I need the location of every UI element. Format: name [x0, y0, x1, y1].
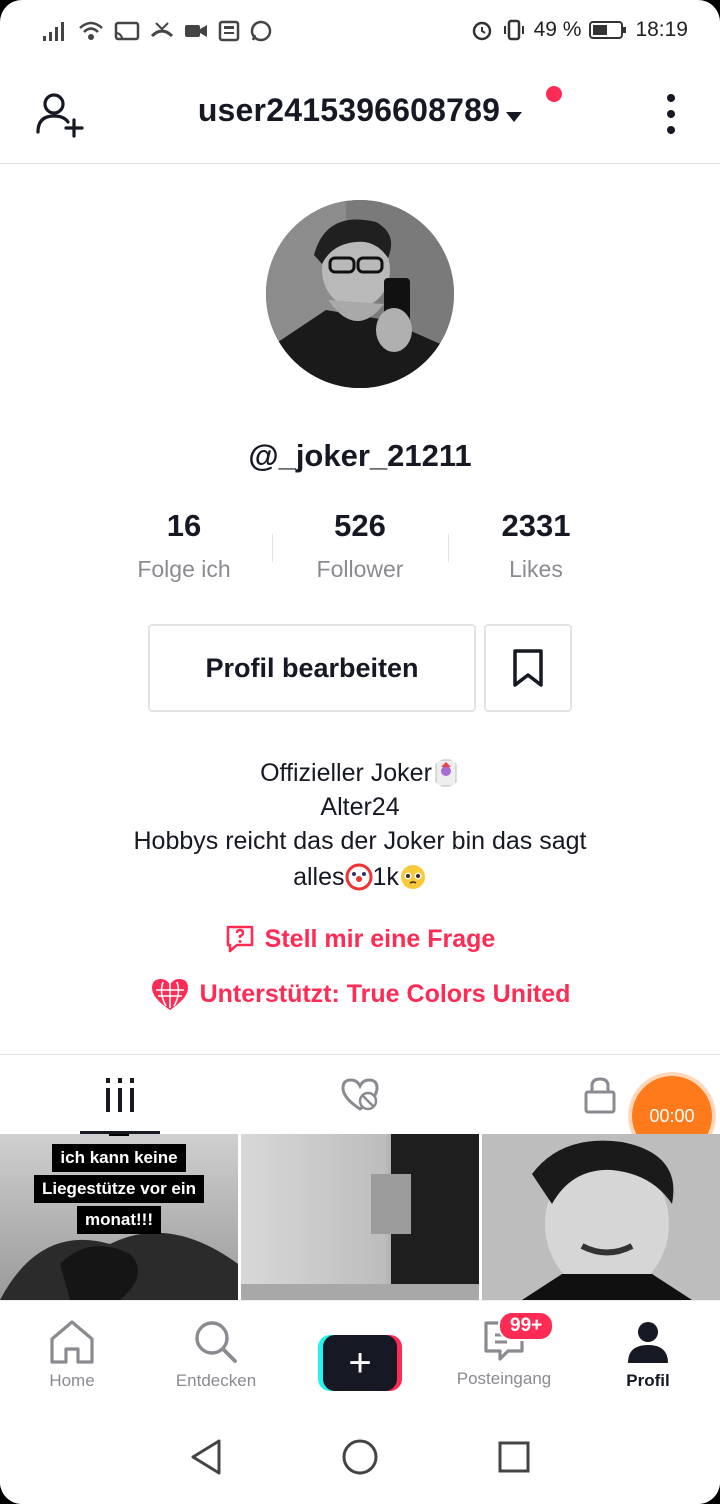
profile-icon	[628, 1322, 668, 1363]
stat-likes[interactable]: 2331 Likes	[448, 508, 624, 583]
clock: 18:19	[635, 18, 688, 41]
bookmark-icon	[513, 649, 543, 687]
more-options-icon[interactable]	[666, 94, 676, 134]
profile-tabs	[0, 1054, 720, 1134]
recents-icon[interactable]	[497, 1440, 531, 1474]
stat-following[interactable]: 16 Folge ich	[96, 508, 272, 583]
bottom-navigation: Home Entdecken + Posteingang Profil 99+	[0, 1300, 720, 1410]
stat-label: Folge ich	[137, 556, 231, 582]
stat-label: Follower	[316, 556, 404, 582]
avatar[interactable]	[266, 200, 454, 388]
nav-home[interactable]: Home	[0, 1301, 144, 1410]
bio-line: Alter24	[320, 793, 400, 821]
stat-followers[interactable]: 526 Follower	[272, 508, 448, 583]
bio-line: Offizieller Joker	[260, 759, 432, 787]
battery-percent: 49 %	[533, 18, 582, 41]
bio-line: Hobbys reicht das der Joker bin das sagt	[133, 827, 587, 855]
nav-discover-label: Entdecken	[175, 1371, 257, 1390]
globe-heart-icon	[151, 979, 188, 1010]
grid-icon	[106, 1077, 134, 1112]
status-bar: 49 % 18:19	[0, 0, 720, 64]
hidden-heart-icon	[341, 1077, 379, 1111]
nav-inbox-label: Posteingang	[456, 1369, 552, 1388]
caption-line: monat!!!	[77, 1206, 161, 1234]
ask-question-label: Stell mir eine Frage	[264, 924, 496, 953]
alarm-icon	[472, 21, 491, 41]
supports-cause-link[interactable]: Unterstützt: True Colors United	[0, 976, 720, 1012]
tab-liked[interactable]	[240, 1055, 480, 1134]
tab-videos[interactable]	[0, 1055, 240, 1134]
joker-card-emoji-icon	[435, 759, 457, 787]
clown-emoji-icon	[345, 863, 372, 891]
nav-home-label: Home	[49, 1371, 95, 1390]
news-icon	[218, 20, 240, 42]
header-username: user2415396608789	[197, 92, 501, 128]
create-button[interactable]: +	[318, 1335, 402, 1391]
edit-profile-button[interactable]: Profil bearbeiten	[148, 624, 476, 712]
profile-bio: Offizieller Joker Alter24 Hobbys reicht …	[60, 756, 660, 894]
profile-header: user2415396608789	[0, 64, 720, 164]
battery-icon	[589, 21, 627, 39]
video-thumbnail[interactable]	[241, 1134, 479, 1300]
ask-question-link[interactable]: Stell mir eine Frage	[0, 924, 720, 954]
plus-icon: +	[323, 1335, 397, 1391]
signal-icon	[43, 22, 64, 41]
nav-discover[interactable]: Entdecken	[144, 1301, 288, 1410]
caption-line: ich kann keine	[52, 1144, 186, 1172]
profile-handle: @_joker_21211	[248, 438, 472, 473]
video-caption: ich kann keine Liegestütze vor ein monat…	[0, 1134, 238, 1237]
bio-line: alles	[293, 863, 345, 891]
system-navigation	[0, 1410, 720, 1504]
video-grid: ich kann keine Liegestütze vor ein monat…	[0, 1134, 720, 1300]
wifi-icon	[79, 21, 103, 40]
status-icons-right: 49 % 18:19	[470, 18, 688, 42]
cast-icon	[114, 21, 140, 41]
notification-dot	[546, 86, 562, 102]
video-thumbnail[interactable]	[482, 1134, 720, 1300]
nav-profile-label: Profil	[626, 1371, 670, 1390]
home-icon	[50, 1320, 94, 1364]
inbox-badge: 99+	[498, 1311, 555, 1341]
vibrate-icon	[503, 19, 524, 41]
lock-icon	[584, 1076, 616, 1113]
back-icon[interactable]	[189, 1438, 223, 1476]
chevron-down-icon	[506, 111, 523, 122]
search-icon	[195, 1321, 237, 1363]
status-icons-left	[42, 20, 272, 42]
nav-profile[interactable]: Profil	[576, 1301, 720, 1410]
profile-stats: 16 Folge ich 526 Follower 2331 Likes	[96, 508, 624, 583]
video-icon	[185, 25, 207, 37]
stat-value: 2331	[501, 508, 571, 543]
stat-value: 526	[334, 508, 386, 543]
account-switcher[interactable]: user2415396608789	[0, 92, 720, 129]
stat-value: 16	[166, 508, 202, 543]
screen: 49 % 18:19 user2415396608789 @_joker_212…	[0, 0, 720, 1504]
video-thumbnail[interactable]: ich kann keine Liegestütze vor ein monat…	[0, 1134, 238, 1300]
bio-line: 1k	[372, 863, 399, 891]
caption-line: Liegestütze vor ein	[34, 1175, 204, 1203]
stat-label: Likes	[509, 556, 563, 582]
supports-cause-label: Unterstützt: True Colors United	[199, 979, 571, 1008]
missed-call-icon	[150, 22, 174, 38]
whatsapp-icon	[250, 20, 272, 42]
favorites-button[interactable]	[484, 624, 572, 712]
nav-create[interactable]: +	[288, 1301, 432, 1410]
question-bubble-icon	[226, 925, 253, 953]
home-circle-icon[interactable]	[341, 1438, 379, 1476]
pleading-face-emoji-icon	[400, 865, 425, 889]
